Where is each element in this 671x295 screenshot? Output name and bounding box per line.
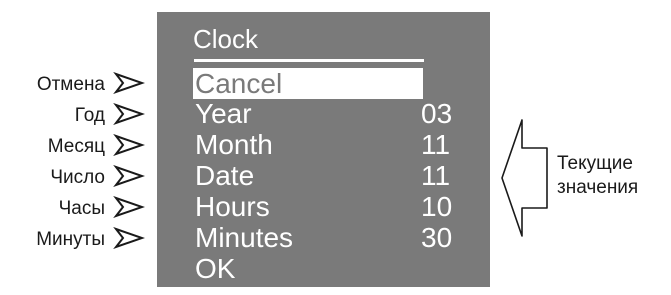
label-cancel-ru: Отмена	[36, 74, 105, 95]
menu-item-label: Date	[195, 160, 255, 191]
arrow-right-icon	[113, 72, 145, 94]
label-date-ru: Число	[50, 167, 105, 188]
menu-item-value: 03	[421, 98, 453, 129]
menu-item-date[interactable]: Date 11	[193, 160, 465, 191]
current-values-label-line1: Текущие	[557, 153, 633, 174]
arrow-left-icon	[501, 119, 548, 237]
menu-item-year[interactable]: Year 03	[193, 98, 465, 129]
menu-item-month[interactable]: Month 11	[193, 129, 465, 160]
menu-item-cancel[interactable]: Cancel	[193, 68, 423, 99]
menu-item-label: Year	[195, 98, 252, 129]
menu-item-value: 11	[421, 160, 451, 191]
arrow-right-icon	[113, 227, 145, 249]
menu-item-label: Minutes	[195, 222, 294, 253]
left-annotations: Отмена Год Месяц Число Часы Минуты	[0, 0, 155, 295]
menu-item-label: Cancel	[195, 68, 283, 99]
label-minutes-ru: Минуты	[36, 229, 105, 250]
menu-item-hours[interactable]: Hours 10	[193, 191, 465, 222]
menu-item-label: Month	[195, 129, 273, 160]
menu-item-value: 10	[421, 191, 453, 222]
menu-item-ok[interactable]: OK	[193, 253, 465, 284]
current-values-label-line2: значения	[557, 177, 639, 198]
arrow-right-icon	[113, 134, 145, 156]
label-month-ru: Месяц	[47, 136, 105, 157]
arrow-right-icon	[113, 103, 145, 125]
menu-item-label: Hours	[195, 191, 270, 222]
clock-menu-screen: Clock Cancel Year 03 Month 11 Date 11 Ho…	[157, 12, 490, 287]
menu-item-minutes[interactable]: Minutes 30	[193, 222, 465, 253]
menu-item-value: 11	[421, 129, 451, 160]
title-underline	[194, 59, 424, 62]
figure: Отмена Год Месяц Число Часы Минуты Clock	[0, 0, 671, 295]
menu-item-label: OK	[195, 253, 236, 284]
label-hours-ru: Часы	[58, 198, 105, 219]
screen-title: Clock	[193, 24, 259, 54]
menu-item-value: 30	[421, 222, 453, 253]
arrow-right-icon	[113, 196, 145, 218]
label-year-ru: Год	[74, 105, 105, 126]
arrow-right-icon	[113, 165, 145, 187]
